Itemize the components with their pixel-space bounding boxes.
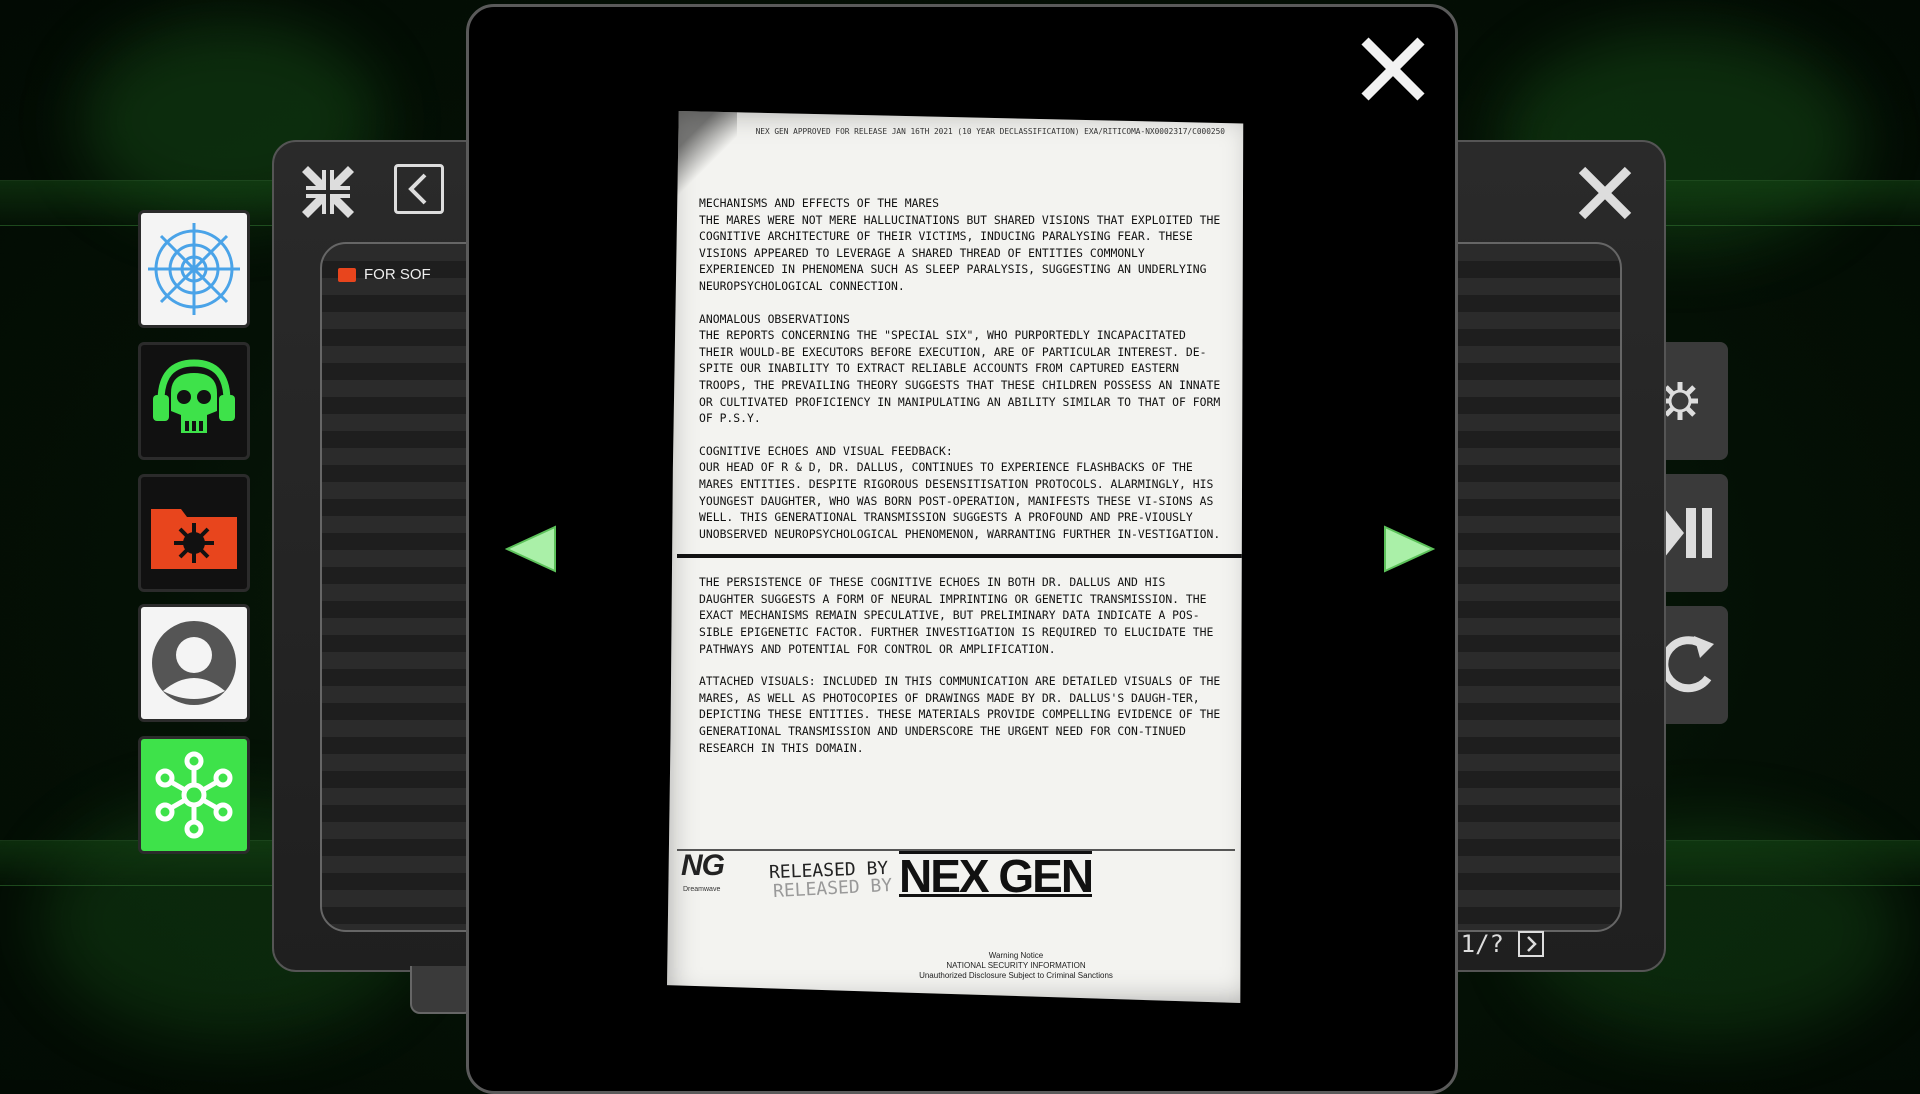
audio-app-icon[interactable] [138, 342, 250, 460]
viewer-close-button[interactable] [1357, 33, 1429, 105]
section-title: MECHANISMS AND EFFECTS OF THE MARES [699, 196, 940, 210]
warning-notice: Warning Notice NATIONAL SECURITY INFORMA… [837, 951, 1195, 981]
paragraph-persistence: THE PERSISTENCE OF THESE COGNITIVE ECHOE… [699, 575, 1214, 656]
user-icon [152, 621, 236, 705]
profile-app-icon[interactable] [138, 604, 250, 722]
page-current: 1 [1460, 930, 1476, 958]
chevron-right-icon [1527, 936, 1537, 952]
document-header: NEX GEN approved for release JAN 16th 20… [755, 127, 1225, 136]
folder-label: FOR SOF [364, 266, 431, 283]
document-text: NEX GEN approved for release JAN 16th 20… [677, 127, 1244, 772]
next-page-arrow[interactable] [1383, 525, 1436, 573]
page-indicator: 1/? [1461, 930, 1504, 958]
section-mechanisms: MECHANISMS AND EFFECTS OF THE MARES THE … [699, 195, 1225, 295]
folder-icon [338, 267, 356, 282]
section-title: ANOMALOUS OBSERVATIONS [699, 311, 850, 326]
refresh-icon [1660, 636, 1714, 693]
document-page: NEX GEN approved for release JAN 16th 20… [667, 111, 1244, 1003]
section-title: COGNITIVE ECHOES AND VISUAL FEEDBACK: [699, 443, 953, 458]
ng-logo-subtitle: Dreamwave [683, 886, 721, 893]
page-separator: / [1475, 930, 1490, 958]
ng-logo: NG [681, 849, 725, 882]
skull-headphones-icon [153, 359, 235, 433]
web-icon [148, 223, 240, 315]
burst-icon [1662, 382, 1698, 420]
folder-item[interactable]: FOR SOF [338, 266, 431, 283]
skip-icon [1664, 508, 1712, 558]
collapse-button[interactable] [298, 162, 358, 222]
section-body: OUR HEAD OF R & D, DR. DALLUS, CONTINUES… [699, 460, 1221, 541]
section-anomalous: ANOMALOUS OBSERVATIONS THE REPORTS CONCE… [699, 311, 1225, 427]
previous-page-button[interactable] [504, 525, 557, 573]
section-cognitive: COGNITIVE ECHOES AND VISUAL FEEDBACK: OU… [699, 443, 1225, 543]
collapse-icon [302, 166, 354, 218]
network-app-icon[interactable] [138, 736, 250, 854]
loading-app-icon[interactable] [1660, 342, 1728, 460]
file-browser-close-button[interactable] [1574, 162, 1636, 224]
paragraph-attached-visuals: ATTACHED VISUALS: INCLUDED IN THIS COMMU… [699, 674, 1221, 755]
back-button[interactable] [394, 164, 444, 214]
nexgen-logo: NEX GEN [899, 850, 1094, 902]
window-tab[interactable] [410, 966, 474, 1014]
media-app-icon[interactable] [1660, 474, 1728, 592]
refresh-app-icon[interactable] [1660, 606, 1728, 724]
section-body: THE REPORTS CONCERNING THE "SPECIAL SIX"… [699, 328, 1221, 426]
files-app-icon[interactable] [138, 474, 250, 592]
close-icon [1578, 166, 1632, 220]
document-viewer: NEX GEN approved for release JAN 16th 20… [466, 4, 1458, 1094]
pagination: 1/? [1461, 930, 1544, 958]
molecule-icon [155, 751, 233, 839]
web-app-icon[interactable] [138, 210, 250, 328]
warning-line: NATIONAL SECURITY INFORMATION [946, 961, 1086, 970]
warning-line: Unauthorized Disclosure Subject to Crimi… [919, 971, 1113, 980]
close-icon [1361, 37, 1425, 101]
page-total: ? [1489, 930, 1504, 958]
arrow-left-icon [504, 525, 556, 573]
warning-title: Warning Notice [988, 951, 1044, 960]
chevron-left-icon [408, 173, 427, 205]
arrow-right-icon [1384, 525, 1436, 573]
section-body: THE MARES WERE NOT MERE HALLUCINATIONS B… [699, 212, 1221, 293]
virus-folder-icon [151, 509, 237, 569]
page-splice-line [677, 554, 1244, 559]
next-page-button[interactable] [1518, 931, 1544, 957]
